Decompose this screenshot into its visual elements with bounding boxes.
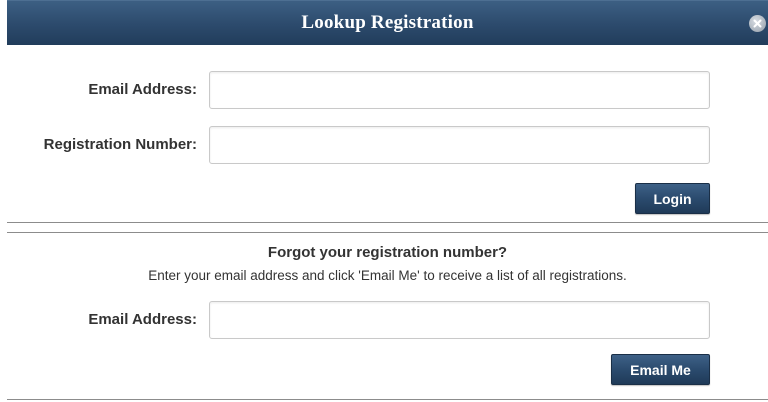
dialog-titlebar[interactable]: Lookup Registration bbox=[7, 0, 768, 45]
login-button[interactable]: Login bbox=[635, 183, 710, 214]
email-address-label: Email Address: bbox=[88, 81, 197, 98]
registration-number-label: Registration Number: bbox=[43, 136, 197, 153]
forgot-description: Enter your email address and click 'Emai… bbox=[148, 268, 627, 283]
forgot-email-address-label: Email Address: bbox=[88, 311, 197, 328]
section-divider bbox=[7, 223, 768, 232]
dialog-title: Lookup Registration bbox=[301, 12, 474, 33]
forgot-heading: Forgot your registration number? bbox=[267, 244, 508, 261]
login-section: Email Address: Registration Number: Logi… bbox=[7, 45, 768, 223]
email-address-input[interactable] bbox=[209, 71, 710, 109]
registration-number-input[interactable] bbox=[209, 126, 710, 164]
email-me-button[interactable]: Email Me bbox=[611, 354, 710, 385]
forgot-registration-section: Forgot your registration number? Enter y… bbox=[7, 232, 768, 400]
forgot-email-address-input[interactable] bbox=[209, 301, 710, 339]
lookup-registration-dialog: Lookup Registration Email Address: Regis… bbox=[0, 0, 768, 402]
close-icon[interactable] bbox=[749, 15, 766, 32]
